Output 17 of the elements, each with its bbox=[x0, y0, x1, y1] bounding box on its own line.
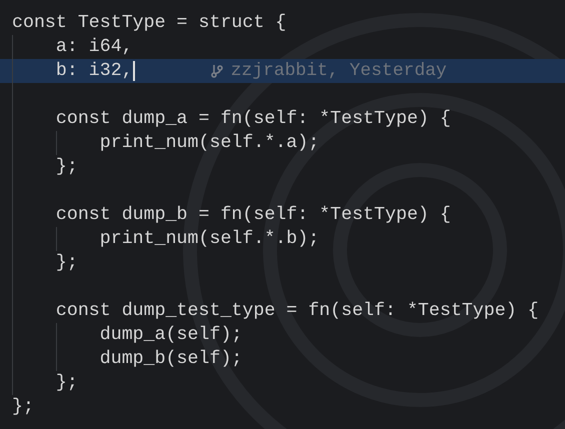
code-line: dump_b(self); bbox=[98, 348, 242, 371]
code-line: }; bbox=[12, 396, 34, 419]
code-line: const dump_test_type = fn(self: *TestType) { bbox=[54, 300, 539, 323]
code-line: const dump_a = fn(self: *TestType) { bbox=[54, 108, 451, 131]
code-line: dump_a(self); bbox=[98, 324, 242, 347]
code-line: const TestType = struct { bbox=[12, 12, 286, 35]
code-line: a: i64, bbox=[54, 36, 133, 59]
code-line: b: i32, bbox=[54, 60, 133, 83]
code-line: print_num(self.*.b); bbox=[98, 228, 320, 251]
code-line: const dump_b = fn(self: *TestType) { bbox=[54, 204, 451, 227]
code-line: }; bbox=[54, 372, 78, 395]
blame-annotation: zzjrabbit, Yesterday bbox=[230, 60, 447, 82]
code-line: print_num(self.*.a); bbox=[98, 132, 320, 155]
text-cursor bbox=[132, 61, 135, 81]
code-line: }; bbox=[54, 156, 78, 179]
code-line: }; bbox=[54, 252, 78, 275]
branch-icon bbox=[210, 64, 223, 78]
